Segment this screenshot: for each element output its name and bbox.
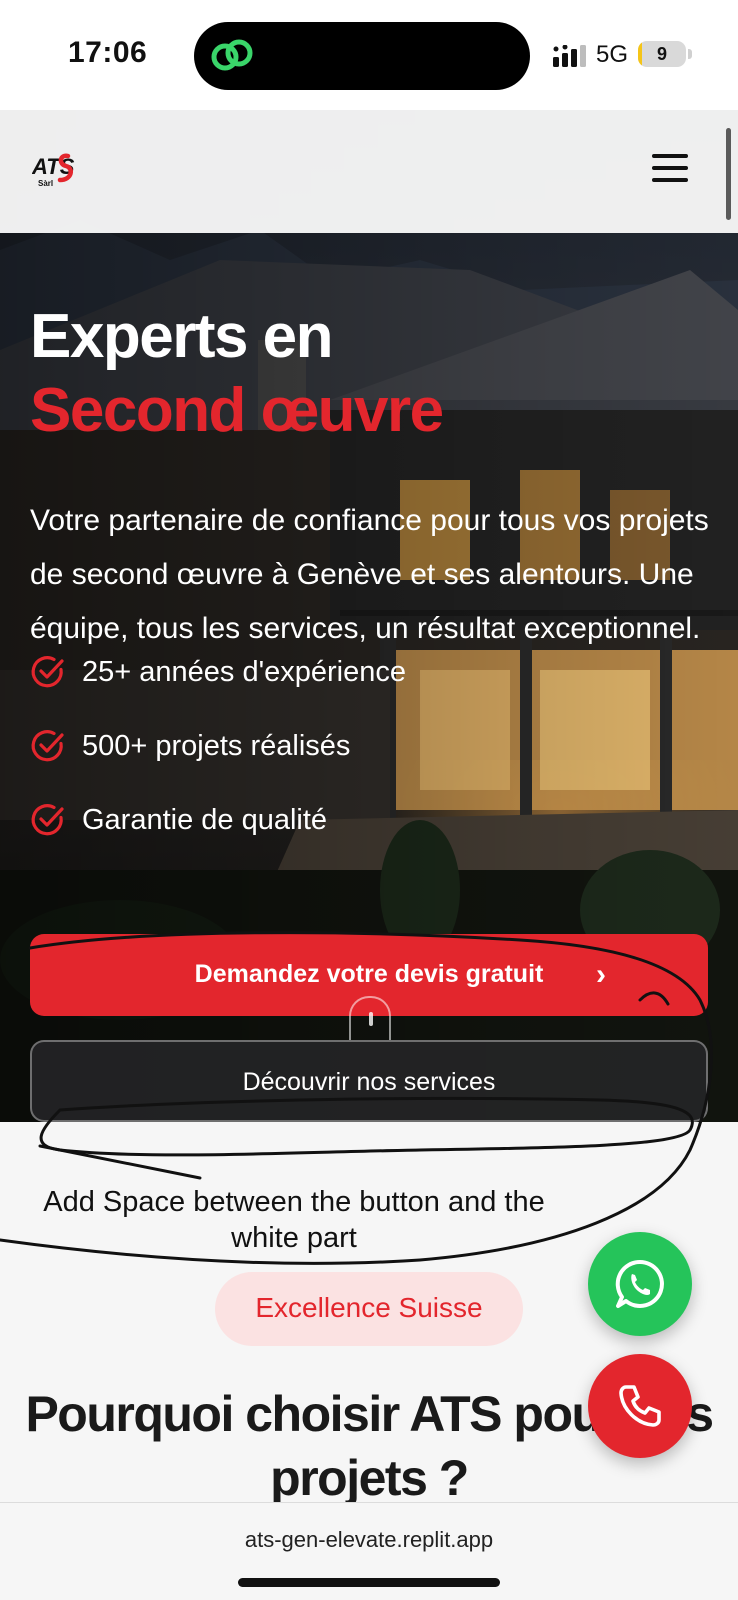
scroll-dot bbox=[369, 1012, 373, 1026]
hero-title-line1: Experts en bbox=[30, 302, 334, 371]
menu-line bbox=[652, 178, 688, 182]
feature-label: 25+ années d'expérience bbox=[82, 656, 406, 688]
arrow-right-icon: › bbox=[596, 958, 606, 991]
whatsapp-button[interactable] bbox=[588, 1232, 692, 1336]
discover-services-label: Découvrir nos services bbox=[242, 1068, 496, 1096]
signal-icon bbox=[553, 45, 586, 67]
scroll-indicator bbox=[349, 996, 391, 1040]
check-circle-icon bbox=[31, 656, 64, 688]
whatsapp-icon bbox=[615, 1259, 664, 1308]
ats-logo[interactable]: ATS Sàrl bbox=[32, 150, 88, 190]
battery-level: 9 bbox=[656, 44, 667, 64]
page-scrollbar[interactable] bbox=[726, 128, 731, 220]
hamburger-icon[interactable] bbox=[652, 152, 688, 184]
phone-icon bbox=[619, 1385, 661, 1427]
url-label[interactable]: ats-gen-elevate.replit.app bbox=[0, 1527, 738, 1553]
battery-tip bbox=[688, 49, 692, 59]
hero-title-line2: Second œuvre bbox=[30, 376, 444, 445]
menu-line bbox=[652, 154, 688, 158]
feature-label: Garantie de qualité bbox=[82, 804, 328, 836]
home-indicator bbox=[238, 1578, 500, 1587]
site-header: ATS Sàrl bbox=[0, 110, 738, 233]
battery-icon: 9 bbox=[638, 41, 686, 67]
section-badge: Excellence Suisse bbox=[215, 1272, 523, 1346]
feature-label: 500+ projets réalisés bbox=[82, 730, 351, 762]
request-quote-label: Demandez votre devis gratuit bbox=[194, 960, 544, 988]
menu-line bbox=[652, 166, 688, 170]
dynamic-island bbox=[194, 22, 530, 90]
check-circle-icon bbox=[31, 730, 64, 762]
discover-services-button[interactable]: Découvrir nos services bbox=[30, 1040, 708, 1122]
annotation-text: Add Space between the button and the whi… bbox=[43, 1186, 545, 1254]
logo-subtext: Sàrl bbox=[38, 179, 53, 188]
link-icon bbox=[211, 39, 253, 71]
section-badge-label: Excellence Suisse bbox=[255, 1292, 483, 1323]
status-bar: 17:06 5G 9 bbox=[0, 0, 738, 110]
check-circle-icon bbox=[31, 804, 64, 836]
network-label: 5G bbox=[596, 41, 629, 68]
status-time: 17:06 bbox=[68, 36, 148, 69]
phone-button[interactable] bbox=[588, 1354, 692, 1458]
hero-description: Votre partenaire de confiance pour tous … bbox=[30, 504, 709, 645]
